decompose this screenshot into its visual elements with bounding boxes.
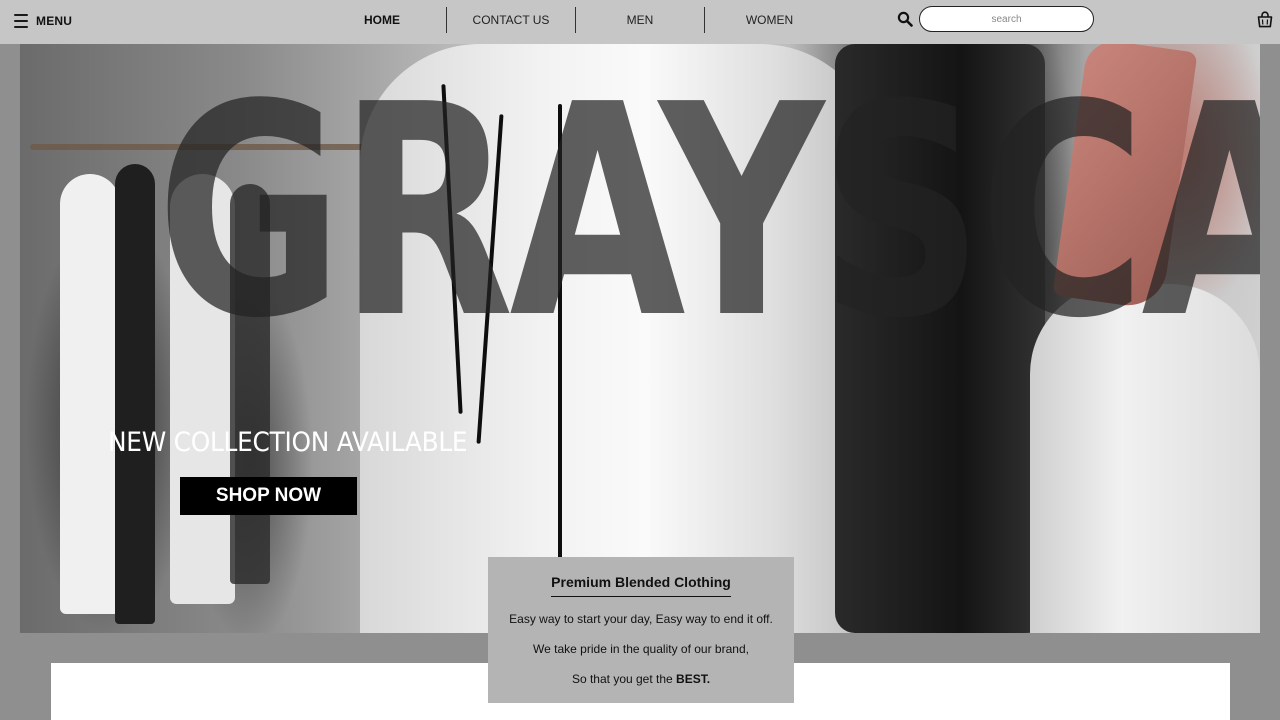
promo-line-2: We take pride in the quality of our bran… [533,642,749,656]
menu-button[interactable]: MENU [14,11,72,31]
promo-line-1: Easy way to start your day, Easy way to … [509,612,773,626]
shopping-bag-icon[interactable] [1257,11,1273,28]
main-nav: HOME CONTACT US MEN WOMEN [318,7,834,33]
search-icon[interactable] [897,11,913,27]
nav-item-women[interactable]: WOMEN [705,7,834,33]
search-input[interactable] [919,6,1094,32]
nav-item-contact-us[interactable]: CONTACT US [447,7,576,33]
promo-card: Premium Blended Clothing Easy way to sta… [488,557,794,703]
promo-line-3-emphasis: BEST. [676,672,711,686]
hero-tagline: NEW COLLECTION AVAILABLE [108,427,468,458]
shop-now-button[interactable]: SHOP NOW [180,477,357,515]
promo-title: Premium Blended Clothing [551,574,731,597]
hamburger-icon [14,14,28,28]
promo-line-3-text: So that you get the [571,672,677,686]
nav-item-men[interactable]: MEN [576,7,705,33]
nav-item-home[interactable]: HOME [318,7,447,33]
top-navigation-bar: MENU HOME CONTACT US MEN WOMEN [0,0,1280,44]
menu-label: MENU [36,14,73,28]
hero-brand-wordmark: GRAYSCALE [156,44,1260,382]
promo-line-3: So that you get the BEST. [488,672,794,686]
hero-banner: GRAYSCALE NEW COLLECTION AVAILABLE SHOP … [20,44,1260,633]
